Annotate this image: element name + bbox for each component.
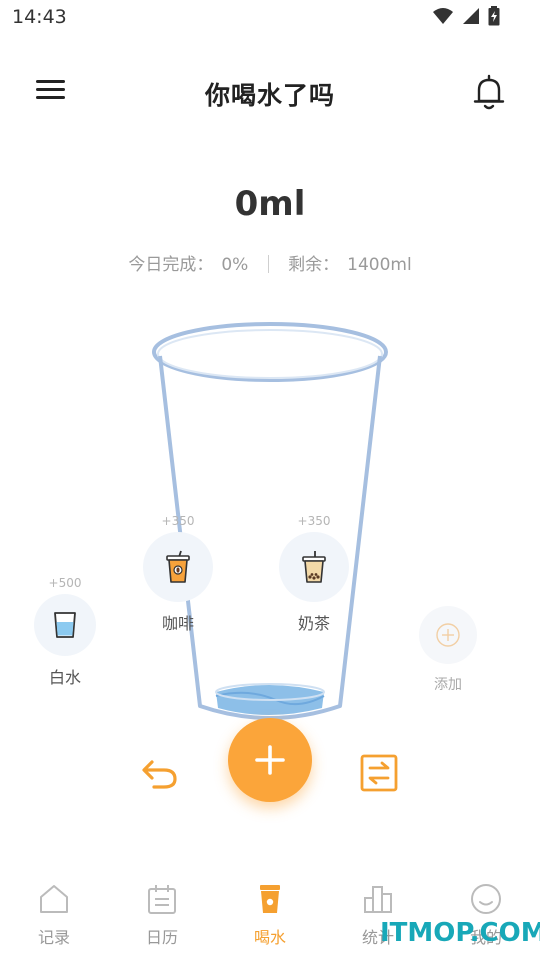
drink-amount: +500 (48, 576, 82, 590)
drink-coffee[interactable]: +350 咖啡 (140, 514, 216, 634)
battery-icon (488, 6, 500, 26)
stats-icon (364, 886, 392, 913)
water-cup-icon[interactable] (34, 594, 96, 656)
nav-item-calendar[interactable]: 日历 (108, 868, 216, 960)
summary-divider (267, 255, 269, 273)
drink-water[interactable]: +500 白水 (30, 576, 100, 688)
intake-summary: 今日完成： 0% 剩余： 1400ml (0, 250, 540, 275)
drink-amount: +350 (297, 514, 331, 528)
cup-icon (260, 885, 280, 913)
add-drink-button[interactable] (228, 718, 312, 802)
watermark: ITMOP.COM (380, 918, 540, 948)
app-screen: 14:43 你喝水了吗 0ml 今日完成： 0% 剩余： 1400ml +500… (0, 0, 540, 960)
nav-item-records[interactable]: 记录 (0, 868, 108, 960)
intake-amount: 0ml (234, 184, 306, 224)
drink-add[interactable]: 添加 (414, 602, 482, 694)
cell-signal-icon (463, 8, 479, 24)
coffee-icon[interactable] (143, 532, 213, 602)
drink-milk-tea[interactable]: +350 奶茶 (276, 514, 352, 634)
status-bar: 14:43 (0, 0, 540, 36)
drink-amount: +350 (161, 514, 195, 528)
plus-icon (255, 745, 285, 775)
add-circle-icon[interactable] (419, 606, 477, 664)
status-icons (432, 6, 500, 26)
completed-label: 今日完成： (128, 255, 214, 275)
drink-name: 添加 (434, 677, 462, 693)
undo-icon[interactable] (140, 754, 180, 794)
switch-cup-icon[interactable] (360, 754, 398, 792)
drink-name: 白水 (48, 668, 81, 687)
drink-name: 咖啡 (161, 614, 194, 633)
completed-value: 0% (221, 255, 249, 275)
drink-name: 奶茶 (297, 614, 330, 633)
smile-icon (471, 884, 501, 914)
nav-label: 日历 (145, 928, 178, 947)
nav-label: 喝水 (253, 928, 286, 947)
house-icon (40, 885, 68, 913)
remaining-value: 1400ml (347, 255, 412, 275)
status-time: 14:43 (12, 6, 67, 28)
nav-item-drink[interactable]: 喝水 (216, 868, 324, 960)
wifi-icon (433, 8, 453, 24)
nav-label: 记录 (37, 928, 70, 947)
calendar-icon (148, 885, 176, 914)
page-title: 你喝水了吗 (204, 81, 335, 110)
remaining-label: 剩余： (288, 255, 340, 275)
app-header: 你喝水了吗 (0, 60, 540, 130)
bell-icon[interactable] (472, 74, 506, 112)
milk-tea-icon[interactable] (279, 532, 349, 602)
